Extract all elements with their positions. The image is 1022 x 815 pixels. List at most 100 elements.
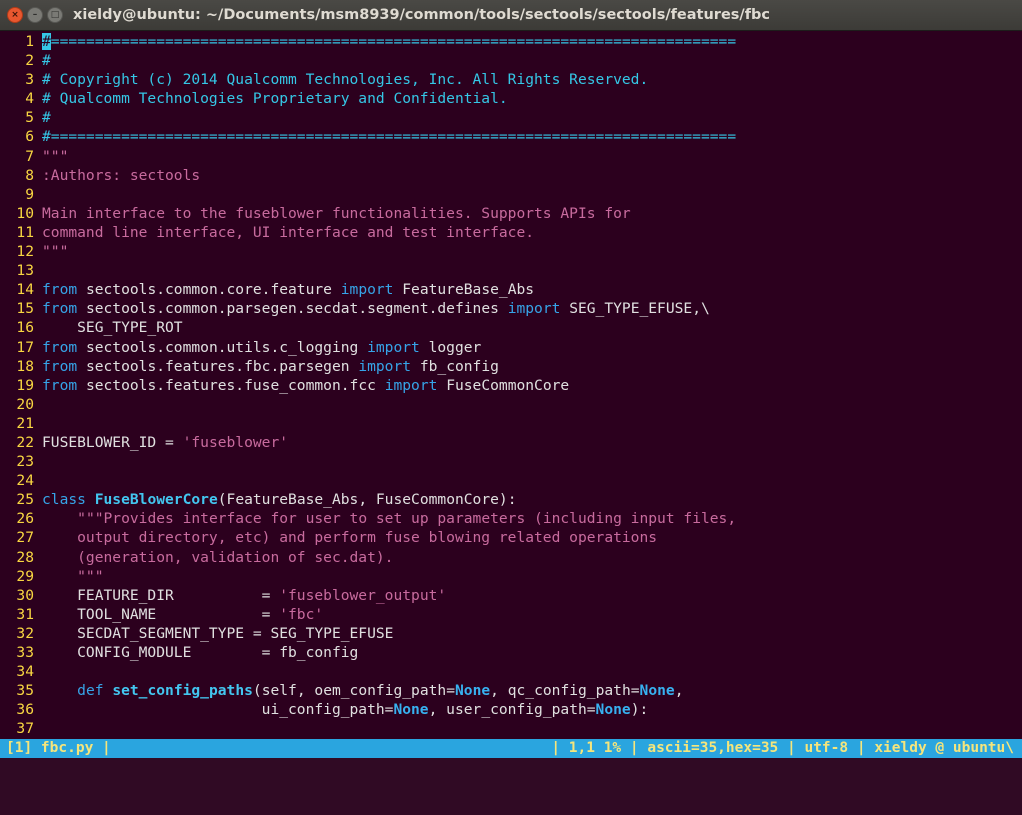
line-number: 6 xyxy=(25,128,34,146)
code-line[interactable]: 23 xyxy=(0,452,1022,471)
line-number: 30 xyxy=(16,586,34,604)
code-text: Main interface to the fuseblower functio… xyxy=(34,205,631,222)
code-line[interactable]: 3 # Copyright (c) 2014 Qualcomm Technolog… xyxy=(0,70,1022,89)
code-text: class FuseBlowerCore(FeatureBase_Abs, Fu… xyxy=(34,491,516,508)
code-line[interactable]: 34 xyxy=(0,662,1022,681)
code-text: """ xyxy=(34,567,104,585)
line-number: 17 xyxy=(16,338,34,356)
code-line[interactable]: 17 from sectools.common.utils.c_logging i… xyxy=(0,338,1022,357)
code-line[interactable]: 19 from sectools.features.fuse_common.fcc… xyxy=(0,376,1022,395)
line-number: 13 xyxy=(16,262,34,280)
code-token: FuseBlowerCore xyxy=(94,491,218,509)
code-line[interactable]: 6 #======================================… xyxy=(0,127,1022,146)
code-line[interactable]: 24 xyxy=(0,471,1022,490)
code-line[interactable]: 32 SECDAT_SEGMENT_TYPE = SEG_TYPE_EFUSE xyxy=(0,624,1022,643)
code-line[interactable]: 22 FUSEBLOWER_ID = 'fuseblower' xyxy=(0,433,1022,452)
code-line[interactable]: 11 command line interface, UI interface a… xyxy=(0,223,1022,242)
line-number: 19 xyxy=(16,376,34,394)
line-number: 4 xyxy=(25,90,34,108)
code-line[interactable]: 15 from sectools.common.parsegen.secdat.s… xyxy=(0,299,1022,318)
line-number: 22 xyxy=(16,433,34,451)
code-line[interactable]: 5 # xyxy=(0,108,1022,127)
code-text: from sectools.common.utils.c_logging imp… xyxy=(34,339,481,356)
code-line[interactable]: 8:Authors: sectools xyxy=(0,166,1022,185)
line-number: 7 xyxy=(25,147,34,165)
maximize-window-button[interactable]: □ xyxy=(47,7,63,23)
code-token: SEG_TYPE_EFUSE,\ xyxy=(560,300,710,318)
code-token: sectools.common.parsegen.secdat.segment.… xyxy=(77,300,508,318)
code-line[interactable]: 2 # xyxy=(0,51,1022,70)
code-line[interactable]: 9 xyxy=(0,185,1022,204)
line-number: 3 xyxy=(25,71,34,89)
line-number: 28 xyxy=(16,548,34,566)
code-token: , xyxy=(674,682,684,700)
code-token: , qc_config_path= xyxy=(490,682,640,700)
code-line[interactable]: 7 """ xyxy=(0,147,1022,166)
code-line[interactable]: 36 ui_config_path=None, user_config_path… xyxy=(0,700,1022,719)
code-line[interactable]: 25 class FuseBlowerCore(FeatureBase_Abs, … xyxy=(0,490,1022,509)
code-text: """ xyxy=(34,243,68,260)
status-file-info: [1] fbc.py | xyxy=(6,740,111,756)
code-line[interactable]: 4 # Qualcomm Technologies Proprietary and… xyxy=(0,89,1022,108)
line-number: 36 xyxy=(16,701,34,719)
code-token: SEG_TYPE_ROT xyxy=(42,319,183,337)
code-token: from xyxy=(42,300,78,318)
line-number: 20 xyxy=(16,395,34,413)
code-token: # xyxy=(42,109,51,127)
code-token: 'fbc' xyxy=(279,605,324,623)
code-token: (FeatureBase_Abs, FuseCommonCore): xyxy=(217,491,517,509)
vim-editor[interactable]: 1 #======================================… xyxy=(0,32,1022,738)
code-line[interactable]: 13 xyxy=(0,261,1022,280)
code-line[interactable]: 35 def set_config_paths(self, oem_config… xyxy=(0,681,1022,700)
line-number: 15 xyxy=(16,300,34,318)
code-line[interactable]: 37 xyxy=(0,719,1022,738)
code-line[interactable]: 28 (generation, validation of sec.dat). xyxy=(0,548,1022,567)
code-token: """ xyxy=(42,243,69,261)
code-line[interactable]: 14 from sectools.common.core.feature impo… xyxy=(0,280,1022,299)
code-token: """Provides interface for user to set up… xyxy=(77,510,737,528)
line-number: 16 xyxy=(16,319,34,337)
line-number: 33 xyxy=(16,644,34,661)
code-line[interactable]: 16 SEG_TYPE_ROT xyxy=(0,318,1022,337)
close-window-button[interactable]: × xyxy=(7,7,23,23)
code-text: """Provides interface for user to set up… xyxy=(34,510,736,527)
code-token: class xyxy=(42,491,86,509)
code-token: None xyxy=(639,682,675,700)
code-line[interactable]: 20 xyxy=(0,395,1022,414)
code-token: :Authors: sectools xyxy=(42,166,201,184)
line-number: 2 xyxy=(25,52,34,70)
line-number: 31 xyxy=(16,605,34,623)
code-line[interactable]: 31 TOOL_NAME = 'fbc' xyxy=(0,605,1022,624)
code-token: """ xyxy=(42,567,104,585)
line-number: 21 xyxy=(16,414,34,432)
line-number: 14 xyxy=(16,281,34,299)
line-number: 24 xyxy=(16,472,34,490)
code-line[interactable]: 30 FEATURE_DIR = 'fuseblower_output' xyxy=(0,586,1022,605)
code-token: import xyxy=(367,338,420,356)
code-line[interactable]: 1 #======================================… xyxy=(0,32,1022,51)
code-token: logger xyxy=(419,338,482,356)
code-line[interactable]: 10 Main interface to the fuseblower funct… xyxy=(0,204,1022,223)
code-text: SECDAT_SEGMENT_TYPE = SEG_TYPE_EFUSE xyxy=(34,625,393,642)
code-line[interactable]: 33 CONFIG_MODULE = fb_config xyxy=(0,643,1022,662)
code-line[interactable]: 12 """ xyxy=(0,242,1022,261)
code-line[interactable]: 18 from sectools.features.fbc.parsegen im… xyxy=(0,357,1022,376)
code-line[interactable]: 27 output directory, etc) and perform fu… xyxy=(0,528,1022,547)
code-token: import xyxy=(507,300,561,318)
minimize-window-button[interactable]: – xyxy=(27,7,43,23)
title-bar[interactable]: × – □ xieldy@ubuntu: ~/Documents/msm8939… xyxy=(0,0,1022,31)
code-token: fb_config xyxy=(411,357,499,375)
code-line[interactable]: 21 xyxy=(0,414,1022,433)
code-line[interactable]: 29 """ xyxy=(0,567,1022,586)
code-text: command line interface, UI interface and… xyxy=(34,224,534,241)
code-token: FEATURE_DIR = xyxy=(42,586,280,604)
code-line[interactable]: 26 """Provides interface for user to set… xyxy=(0,509,1022,528)
code-token: import xyxy=(340,281,394,299)
code-token: FuseCommonCore xyxy=(437,376,570,394)
